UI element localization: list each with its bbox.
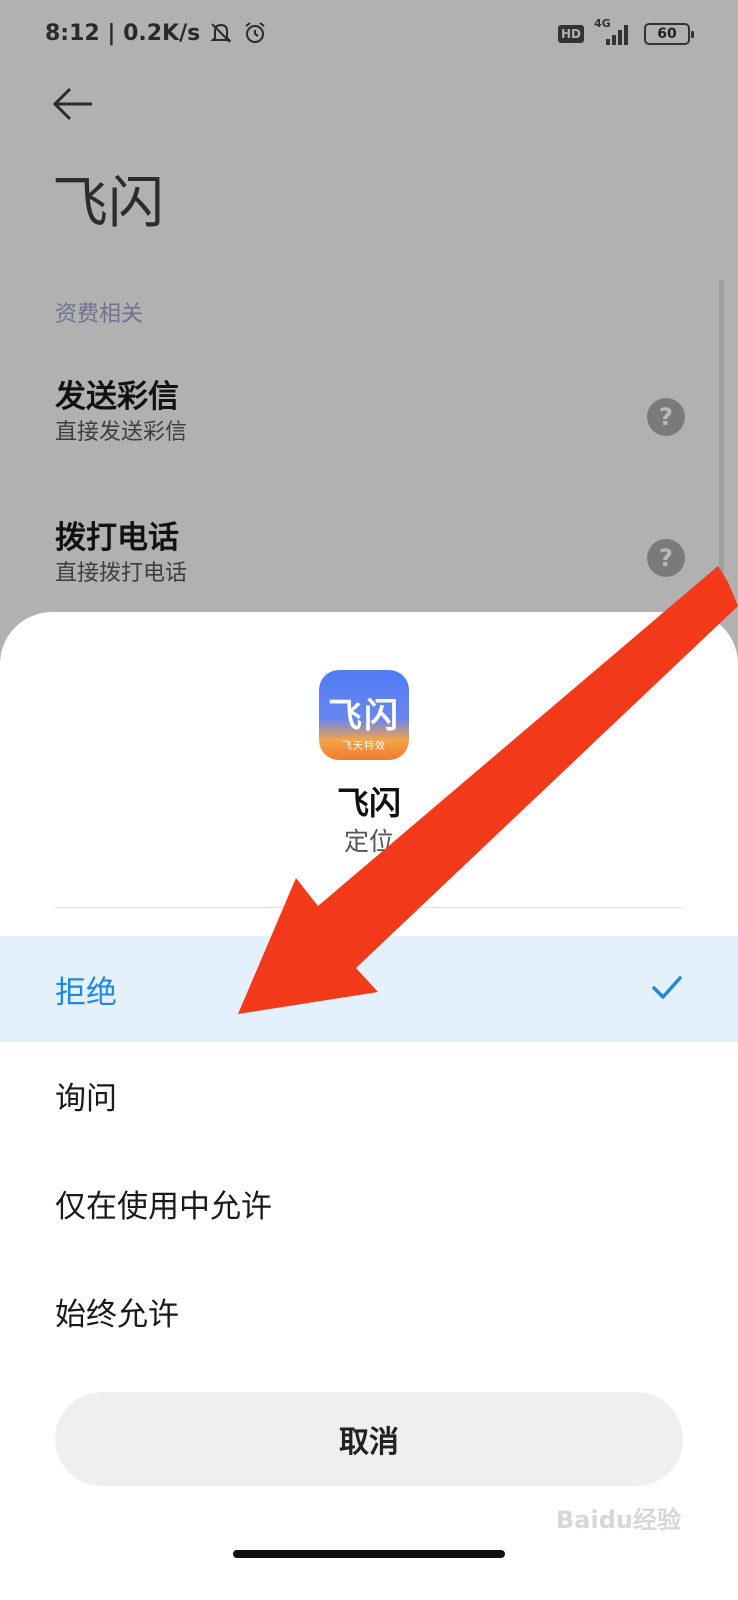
option-label: 询问 bbox=[55, 1080, 117, 1117]
section-header: 资费相关 bbox=[55, 302, 144, 327]
hd-badge: HD bbox=[557, 25, 584, 43]
back-arrow-icon[interactable] bbox=[52, 86, 94, 122]
sheet-app-name: 飞闪 bbox=[336, 784, 401, 822]
home-indicator[interactable] bbox=[233, 1550, 505, 1558]
app-icon: 飞闪 飞天特效 bbox=[319, 670, 409, 760]
option-allow-while-in-use[interactable]: 仅在使用中允许 bbox=[0, 1150, 738, 1256]
permission-item-make-call[interactable]: 拨打电话 直接拨打电话 ? bbox=[55, 517, 685, 607]
battery-icon: 60 bbox=[644, 23, 694, 45]
option-label: 拒绝 bbox=[55, 974, 117, 1011]
app-icon-logo-text: 飞闪 bbox=[328, 696, 400, 736]
signal-group: 4G bbox=[594, 17, 634, 47]
scrollbar[interactable] bbox=[719, 280, 724, 610]
status-right: HD 4G 60 bbox=[557, 17, 694, 48]
watermark: Baidu经验 bbox=[556, 1506, 681, 1534]
permission-item-subtitle: 直接拨打电话 bbox=[55, 561, 188, 586]
option-ask[interactable]: 询问 bbox=[0, 1042, 738, 1148]
help-icon[interactable]: ? bbox=[647, 539, 685, 577]
permission-item-send-mms[interactable]: 发送彩信 直接发送彩信 ? bbox=[55, 376, 685, 466]
mute-bell-icon bbox=[210, 23, 232, 43]
option-always-allow[interactable]: 始终允许 bbox=[0, 1258, 738, 1364]
battery-level: 60 bbox=[657, 26, 677, 42]
status-left: 8:12 | 0.2K/s bbox=[45, 18, 268, 48]
check-icon bbox=[652, 976, 682, 999]
time-and-speed: 8:12 | 0.2K/s bbox=[45, 20, 201, 46]
divider bbox=[55, 907, 683, 908]
permission-item-title: 发送彩信 bbox=[55, 379, 179, 415]
signal-icon bbox=[606, 25, 628, 45]
app-icon-logo-subtext: 飞天特效 bbox=[342, 741, 386, 752]
permission-bottom-sheet: 飞闪 飞天特效 飞闪 定位 拒绝 询问 仅在使用中允许 始终允许 取消 bbox=[0, 612, 738, 1600]
sheet-permission-name: 定位 bbox=[343, 827, 394, 856]
option-deny[interactable]: 拒绝 bbox=[0, 936, 738, 1042]
alarm-icon bbox=[245, 22, 265, 43]
permission-item-title: 拨打电话 bbox=[55, 520, 179, 556]
help-icon[interactable]: ? bbox=[647, 398, 685, 436]
status-bar: 8:12 | 0.2K/s HD 4G 60 bbox=[0, 0, 738, 66]
option-label: 仅在使用中允许 bbox=[55, 1188, 272, 1225]
page-title: 飞闪 bbox=[52, 171, 164, 236]
permission-item-subtitle: 直接发送彩信 bbox=[55, 420, 188, 445]
cancel-button[interactable]: 取消 bbox=[55, 1392, 683, 1486]
option-label: 始终允许 bbox=[55, 1296, 179, 1333]
